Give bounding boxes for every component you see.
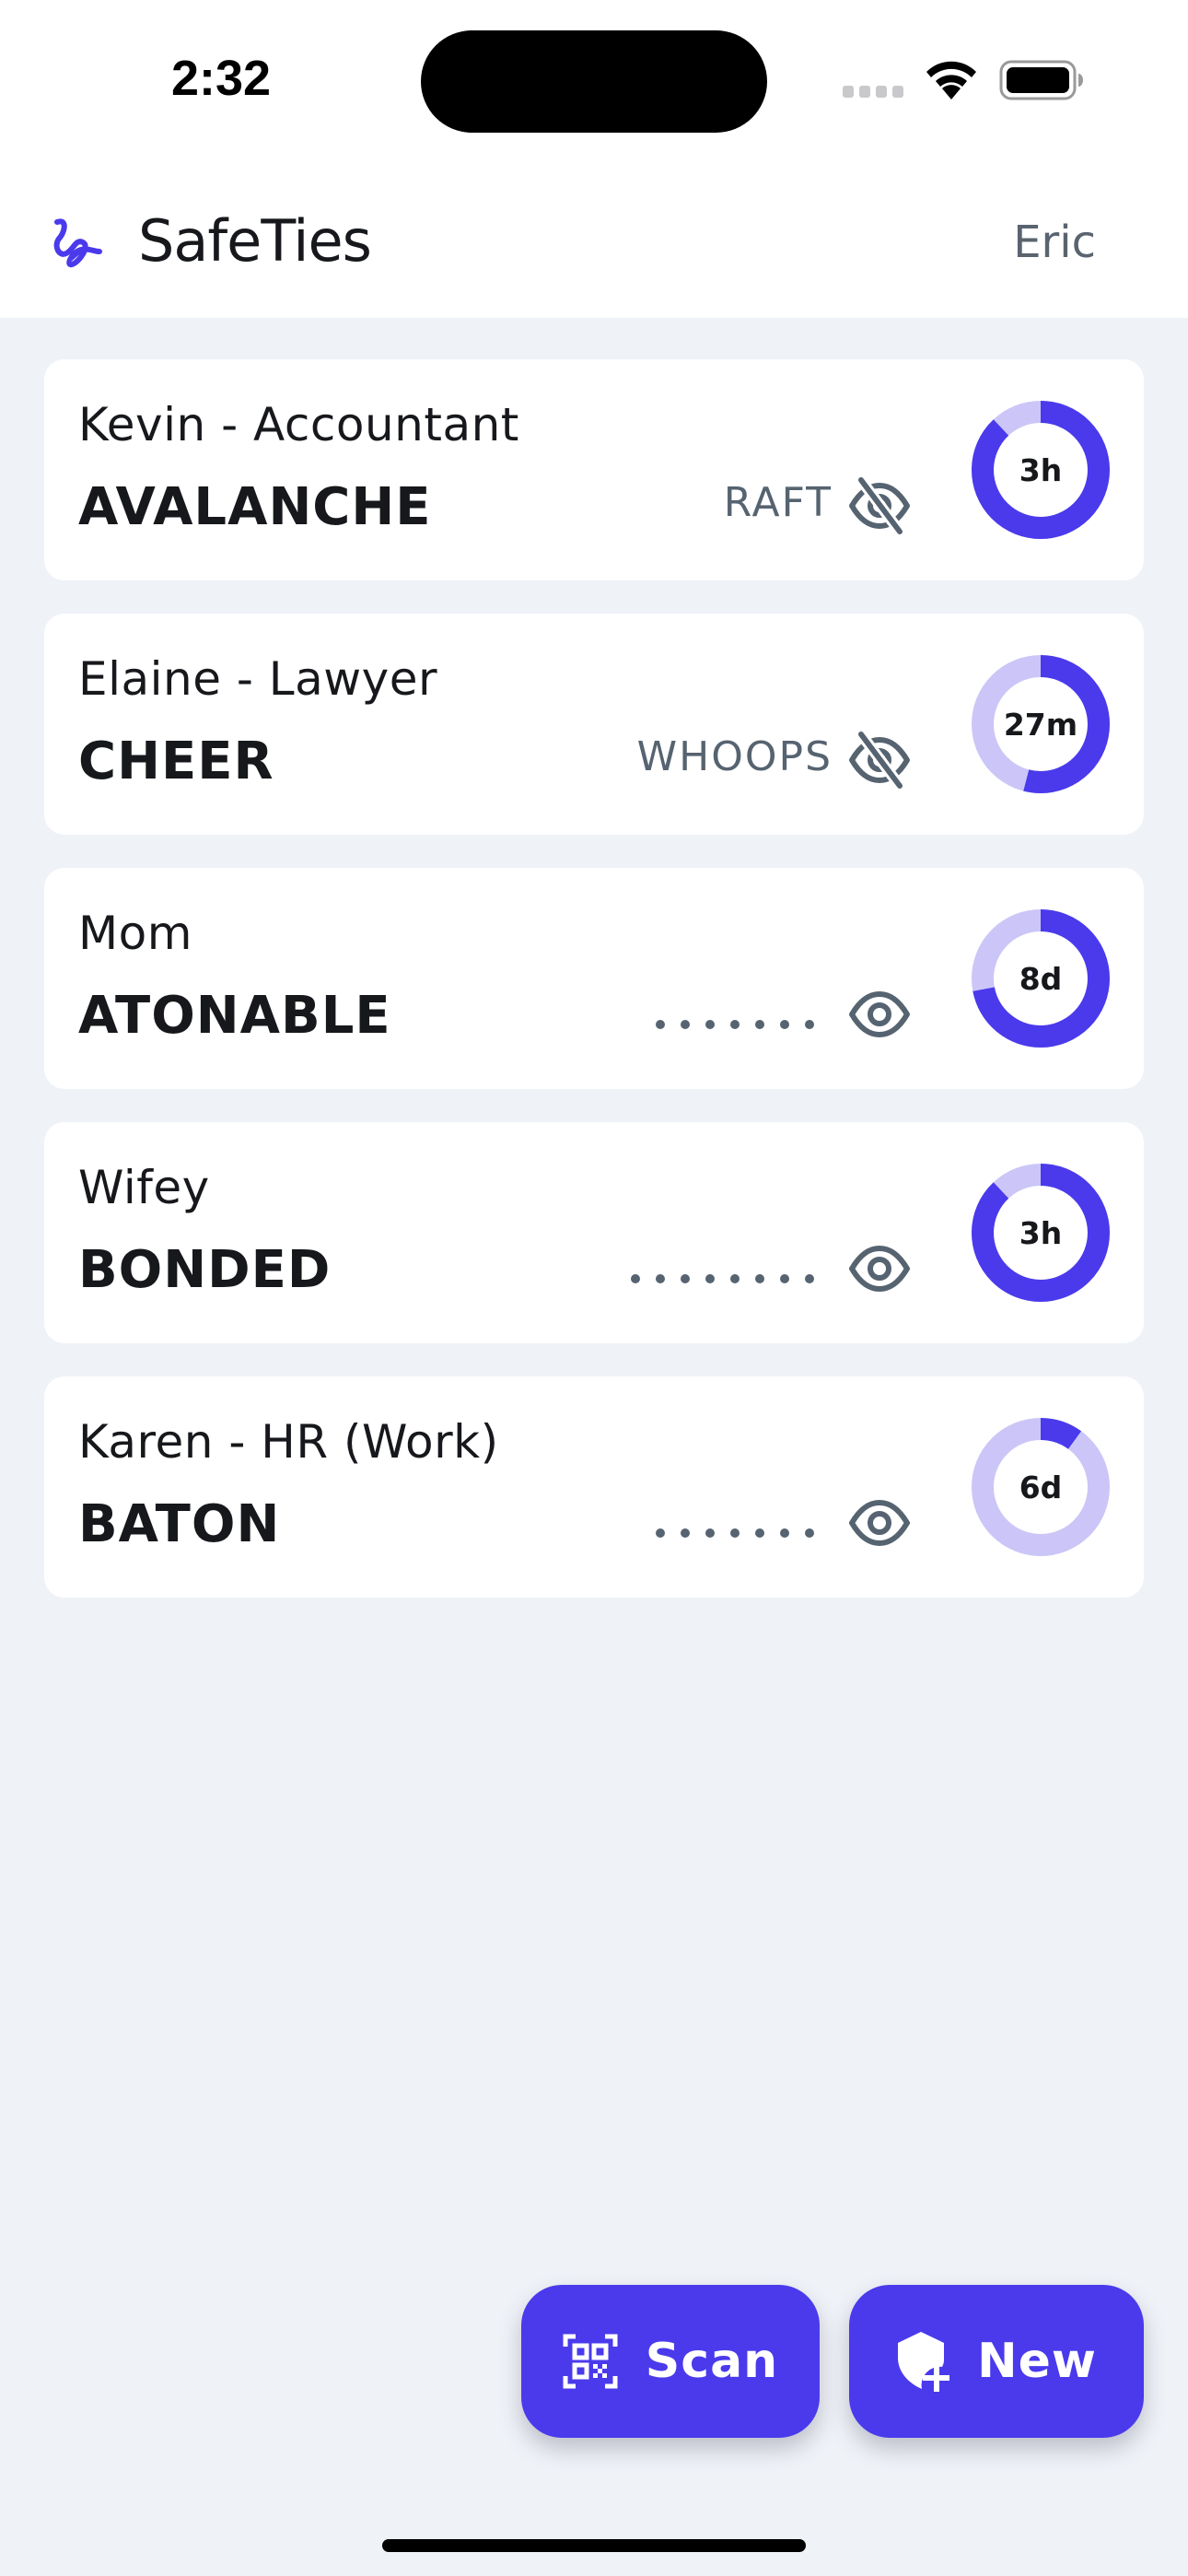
user-profile-button[interactable]: Eric xyxy=(1013,217,1096,268)
tie-code-word: BATON xyxy=(78,1494,281,1554)
mask-dot xyxy=(705,1020,715,1029)
tie-code-word: BONDED xyxy=(78,1240,332,1300)
expiry-timer: 8d xyxy=(972,909,1110,1048)
expiry-timer: 3h xyxy=(972,401,1110,539)
timer-label: 27m xyxy=(1003,706,1078,743)
tie-contact-name: Elaine - Lawyer xyxy=(78,652,438,706)
tie-secret-word: RAFT xyxy=(723,479,833,526)
tie-contact-name: Karen - HR (Work) xyxy=(78,1415,499,1469)
tie-code-word: CHEER xyxy=(78,732,274,791)
mask-dot xyxy=(730,1274,740,1283)
tie-card[interactable]: Mom ATONABLE 8d xyxy=(44,868,1144,1089)
tie-contact-name: Mom xyxy=(78,907,192,960)
timer-label: 3h xyxy=(1019,1214,1063,1251)
cellular-signal-icon xyxy=(843,86,903,98)
timer-label: 3h xyxy=(1019,451,1063,488)
mask-dot xyxy=(656,1274,665,1283)
shield-plus-icon xyxy=(898,2332,950,2392)
tie-secret-masked xyxy=(656,1528,814,1538)
tie-code-word: ATONABLE xyxy=(78,986,391,1046)
visibility-toggle-button[interactable] xyxy=(848,729,911,791)
wifi-icon xyxy=(926,61,976,100)
tie-card[interactable]: Kevin - Accountant AVALANCHE RAFT 3h xyxy=(44,359,1144,580)
mask-dot xyxy=(705,1528,715,1538)
eye-icon xyxy=(849,991,910,1037)
mask-dot xyxy=(705,1274,715,1283)
visibility-toggle-button[interactable] xyxy=(848,983,911,1046)
tie-card[interactable]: Wifey BONDED 3h xyxy=(44,1122,1144,1343)
timer-label: 6d xyxy=(1019,1469,1063,1505)
mask-dot xyxy=(656,1528,665,1538)
ties-list: Kevin - Accountant AVALANCHE RAFT 3h Ela… xyxy=(44,359,1144,1631)
mask-dot xyxy=(730,1020,740,1029)
mask-dot xyxy=(681,1274,690,1283)
mask-dot xyxy=(656,1020,665,1029)
qr-scan-icon xyxy=(563,2334,618,2389)
tie-contact-name: Wifey xyxy=(78,1161,210,1214)
app-title: SafeTies xyxy=(138,207,372,275)
status-time: 2:32 xyxy=(171,51,272,106)
tie-card[interactable]: Karen - HR (Work) BATON 6d xyxy=(44,1376,1144,1598)
expiry-timer: 3h xyxy=(972,1164,1110,1302)
mask-dot xyxy=(631,1274,640,1283)
new-tie-button-label: New xyxy=(977,2334,1097,2389)
eye-off-icon xyxy=(849,732,910,789)
scan-button-label: Scan xyxy=(645,2334,779,2389)
tie-code-word: AVALANCHE xyxy=(78,477,432,537)
eye-off-icon xyxy=(849,477,910,534)
expiry-timer: 6d xyxy=(972,1418,1110,1556)
battery-icon xyxy=(999,60,1083,100)
eye-icon xyxy=(849,1246,910,1292)
mask-dot xyxy=(780,1020,789,1029)
eye-icon xyxy=(849,1500,910,1546)
visibility-toggle-button[interactable] xyxy=(848,1237,911,1300)
home-indicator[interactable] xyxy=(382,2539,806,2552)
mask-dot xyxy=(681,1528,690,1538)
mask-dot xyxy=(805,1528,814,1538)
mask-dot xyxy=(681,1020,690,1029)
tie-secret-word: WHOOPS xyxy=(636,733,833,780)
app-header: SafeTies Eric xyxy=(0,180,1188,318)
tie-contact-name: Kevin - Accountant xyxy=(78,398,519,451)
visibility-toggle-button[interactable] xyxy=(848,474,911,537)
mask-dot xyxy=(805,1274,814,1283)
mask-dot xyxy=(730,1528,740,1538)
tie-card[interactable]: Elaine - Lawyer CHEER WHOOPS 27m xyxy=(44,614,1144,835)
mask-dot xyxy=(755,1020,764,1029)
expiry-timer: 27m xyxy=(972,655,1110,793)
squiggle-logo-icon xyxy=(53,218,102,268)
mask-dot xyxy=(755,1274,764,1283)
scan-button[interactable]: Scan xyxy=(521,2285,820,2438)
tie-secret-masked xyxy=(631,1274,814,1283)
mask-dot xyxy=(755,1528,764,1538)
status-bar: 2:32 xyxy=(0,0,1188,180)
new-tie-button[interactable]: New xyxy=(849,2285,1144,2438)
timer-label: 8d xyxy=(1019,960,1063,997)
tie-secret-masked xyxy=(656,1020,814,1029)
dynamic-island xyxy=(421,30,767,133)
mask-dot xyxy=(780,1274,789,1283)
mask-dot xyxy=(805,1020,814,1029)
mask-dot xyxy=(780,1528,789,1538)
visibility-toggle-button[interactable] xyxy=(848,1492,911,1554)
